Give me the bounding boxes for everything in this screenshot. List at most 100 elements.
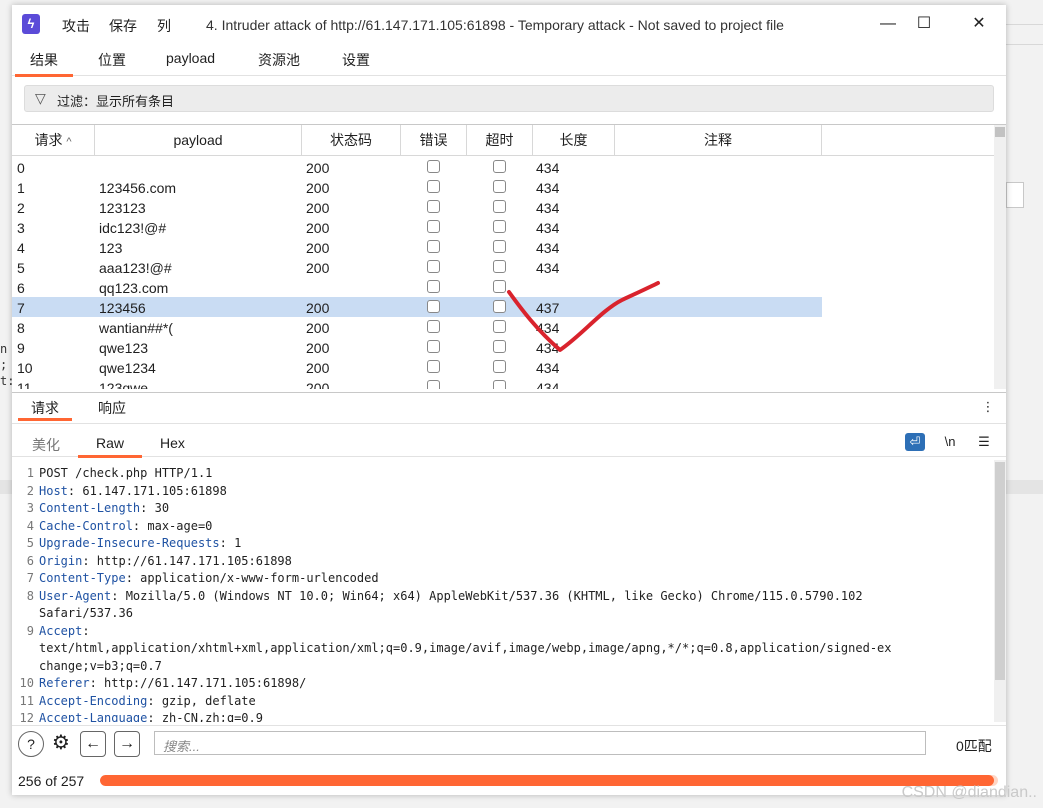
table-row[interactable]: 8 wantian##*(200 434 [12, 317, 822, 337]
code-line: Cache-Control: max-age=0 [39, 519, 212, 533]
cell-payload: 123123 [99, 200, 146, 216]
line-number: 3 [26, 501, 34, 515]
table-row[interactable]: 2 123123 200 434 [12, 197, 822, 217]
header-value: : application/x-www-form-urlencoded [125, 571, 379, 585]
error-checkbox[interactable] [427, 360, 440, 373]
timeout-checkbox[interactable] [493, 240, 506, 253]
table-row[interactable]: 9 qwe123 200 434 [12, 337, 822, 357]
menu-columns[interactable]: 列 [157, 16, 171, 36]
red-checkmark-annotation [507, 281, 660, 352]
error-checkbox[interactable] [427, 340, 440, 353]
cell-request: 3 [17, 220, 25, 236]
table-row[interactable]: 10 qwe1234 200 434 [12, 357, 822, 377]
timeout-checkbox[interactable] [493, 180, 506, 193]
more-options-icon[interactable]: ⋮ [978, 398, 998, 416]
table-scrollbar[interactable] [994, 125, 1006, 389]
timeout-checkbox[interactable] [493, 260, 506, 273]
line-number: 1 [26, 466, 34, 480]
cell-length: 434 [536, 160, 560, 176]
tab-results[interactable]: 结果 [15, 50, 73, 77]
code-line: Upgrade-Insecure-Requests: 1 [39, 536, 241, 550]
menu-attack[interactable]: 攻击 [62, 16, 90, 36]
maximize-button[interactable]: ☐ [904, 10, 944, 38]
header-value: : gzip, deflate [147, 693, 256, 708]
next-arrow-icon[interactable]: → [114, 731, 140, 757]
tab-raw[interactable]: Raw [78, 435, 143, 458]
column-header-comment[interactable]: 注释 [615, 125, 822, 155]
line-number: 2 [26, 483, 34, 498]
code-line: change;v=b3;q=0.7 [39, 659, 162, 673]
error-checkbox[interactable] [427, 200, 440, 213]
editor-scrollbar[interactable] [994, 460, 1006, 722]
table-row[interactable]: 7 123456 200 437 [12, 297, 822, 317]
minimize-button[interactable]: — [868, 10, 908, 38]
menu-save[interactable]: 保存 [109, 16, 137, 36]
cell-status: 200 [306, 260, 330, 276]
watermark: CSDN @diandian.. [901, 784, 1037, 801]
gear-icon[interactable]: ⚙ [48, 731, 74, 757]
error-checkbox[interactable] [427, 160, 440, 173]
timeout-checkbox[interactable] [493, 160, 506, 173]
close-button[interactable]: ✕ [959, 10, 999, 38]
word-wrap-icon[interactable]: ⏎ [905, 433, 925, 451]
request-editor[interactable]: 1 POST /check.php HTTP/1.1 2 Host: 61.147.1… [12, 460, 1006, 722]
column-header-error[interactable]: 错误 [401, 125, 467, 155]
error-checkbox[interactable] [427, 280, 440, 293]
error-checkbox[interactable] [427, 180, 440, 193]
scroll-thumb[interactable] [995, 462, 1005, 680]
tab-request[interactable]: 请求 [18, 398, 72, 421]
timeout-checkbox[interactable] [493, 380, 506, 389]
cell-payload: 123 [99, 240, 123, 256]
column-header-length[interactable]: 长度 [533, 125, 615, 155]
match-count: 0匹配 [956, 738, 992, 754]
error-checkbox[interactable] [427, 300, 440, 313]
newline-toggle-icon[interactable]: \n [940, 433, 960, 451]
cell-status: 200 [306, 380, 330, 389]
table-row[interactable]: 3 idc123!@# 200 434 [12, 217, 822, 237]
header-key: Accept-Encoding [39, 693, 148, 708]
header-key: Content-Length [39, 501, 141, 515]
error-checkbox[interactable] [427, 220, 440, 233]
background-text-fragment: ; [0, 358, 8, 372]
code-line: POST /check.php HTTP/1.1 [39, 466, 212, 480]
tab-settings[interactable]: 设置 [342, 50, 370, 74]
search-input[interactable]: 搜索... [154, 731, 926, 755]
tab-hex[interactable]: Hex [160, 435, 185, 455]
error-checkbox[interactable] [427, 240, 440, 253]
tab-resource-pool[interactable]: 资源池 [258, 50, 300, 74]
code-line: Safari/537.36 [39, 606, 133, 620]
cell-payload: qwe1234 [99, 360, 156, 376]
cell-request: 1 [17, 180, 25, 196]
error-checkbox[interactable] [427, 260, 440, 273]
table-row[interactable]: 4 123 200 434 [12, 237, 822, 257]
error-checkbox[interactable] [427, 380, 440, 389]
table-row[interactable]: 0 200 434 [12, 157, 822, 177]
timeout-checkbox[interactable] [493, 200, 506, 213]
table-row[interactable]: 11 123qwe 200 434 [12, 377, 822, 389]
tab-positions[interactable]: 位置 [98, 50, 126, 74]
table-row[interactable]: 6 qq123.com [12, 277, 822, 297]
column-header-payload[interactable]: payload [95, 125, 302, 155]
column-header-label: 请求 [34, 132, 63, 148]
cell-request: 6 [17, 280, 25, 296]
column-header-request[interactable]: 请求 ^ [12, 125, 95, 155]
filter-bar[interactable]: ▽ 过滤：显示所有条目 [24, 85, 994, 112]
request-response-tabs: 请求 响应 ⋮ [12, 392, 1006, 424]
cell-status: 200 [306, 220, 330, 236]
column-header-timeout[interactable]: 超时 [467, 125, 533, 155]
column-header-status[interactable]: 状态码 [302, 125, 401, 155]
menu-icon[interactable]: ☰ [974, 433, 994, 451]
tab-pretty[interactable]: 美化 [32, 435, 60, 455]
table-row[interactable]: 5 aaa123!@# 200 434 [12, 257, 822, 277]
table-row[interactable]: 1 123456.com 200 434 [12, 177, 822, 197]
line-number: 12 [19, 711, 34, 722]
error-checkbox[interactable] [427, 320, 440, 333]
scroll-thumb[interactable] [995, 127, 1005, 137]
help-icon[interactable]: ? [18, 731, 44, 757]
background-text-fragment: n [0, 342, 8, 356]
previous-arrow-icon[interactable]: ← [80, 731, 106, 757]
tab-payloads[interactable]: payload [166, 50, 215, 74]
timeout-checkbox[interactable] [493, 220, 506, 233]
tab-response[interactable]: 响应 [98, 398, 126, 418]
sort-ascending-icon: ^ [66, 136, 72, 148]
